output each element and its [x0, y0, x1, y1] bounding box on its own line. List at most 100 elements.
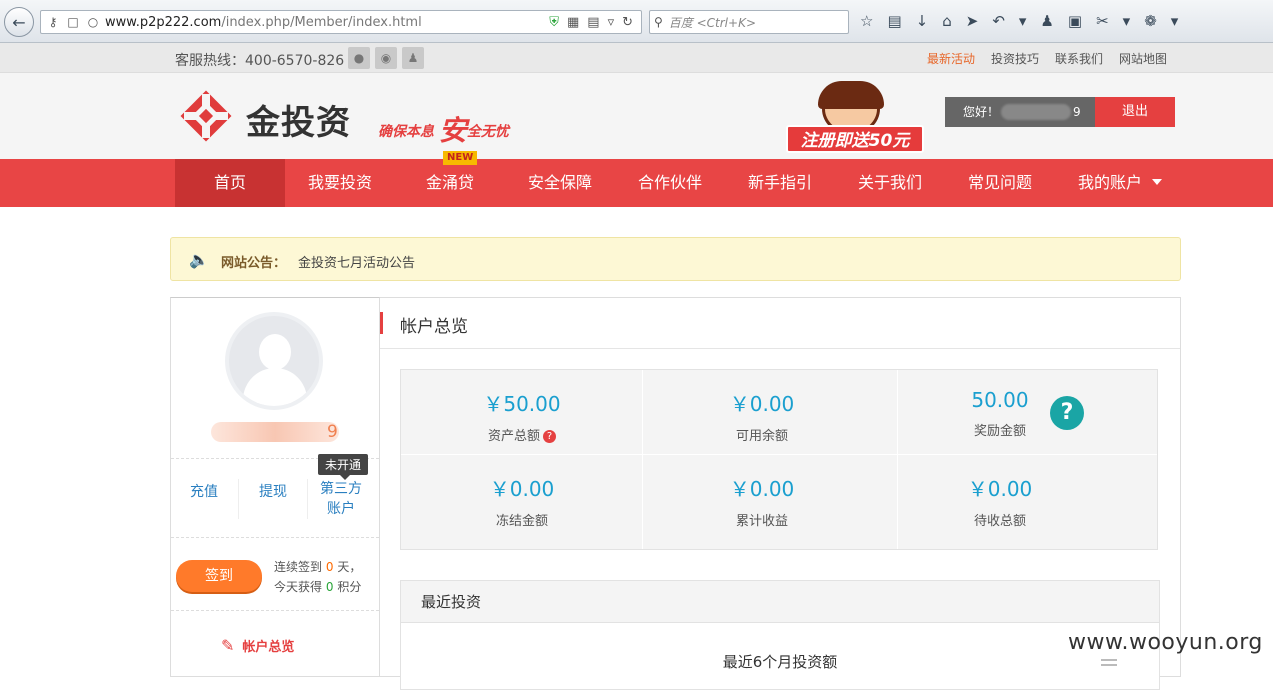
top-strip: 客服热线：400-6570-826 ● ◉ ♟ 最新活动 投资技巧 联系我们 网… [0, 43, 1273, 73]
streak-unit: 天， [337, 560, 362, 574]
masked-username [1001, 104, 1072, 120]
promo-text: 注册即送50元 [786, 125, 924, 153]
qr-icon[interactable]: ▦ [567, 15, 579, 30]
masked-username [211, 422, 339, 442]
download-icon[interactable]: ↓ [916, 12, 929, 30]
third-party-account-link[interactable]: 第三方 账户 [320, 479, 362, 519]
speaker-icon: 🔈 [189, 250, 209, 269]
stat-value: ￥50.00 [483, 392, 561, 416]
stat-label: 累计收益 [735, 514, 788, 529]
link-contact-us[interactable]: 联系我们 [1055, 50, 1103, 67]
user-icon[interactable]: ♟ [1040, 12, 1053, 30]
send-icon[interactable]: ➤ [966, 12, 979, 30]
weibo-icon[interactable]: ◉ [375, 47, 397, 69]
bug-icon[interactable]: ❁ [1144, 12, 1157, 30]
link-sitemap[interactable]: 网站地图 [1119, 50, 1167, 67]
folder-icon: □ [67, 15, 79, 29]
points-label: 今天获得 [274, 580, 323, 594]
points-value: 0 [325, 580, 334, 594]
stat-label: 待收总额 [973, 514, 1026, 529]
third-party-line1: 第三方 [320, 481, 362, 497]
reader-icon[interactable]: ▤ [587, 15, 599, 30]
clipboard-icon[interactable]: ▤ [887, 12, 901, 30]
stat-label: 冻结金额 [495, 514, 548, 529]
logo-text[interactable]: 金投资 [246, 95, 351, 144]
stat-value: 50.00 [971, 388, 1029, 412]
key-icon: ⚷ [48, 15, 58, 29]
chevron-down-icon[interactable]: ▾ [1019, 12, 1027, 30]
notice-message[interactable]: 金投资七月活动公告 [298, 252, 415, 271]
contact-icon[interactable]: ♟ [402, 47, 424, 69]
nav-beginner-guide[interactable]: 新手指引 [725, 159, 835, 207]
sidebar-item-account-overview[interactable]: ✎ 帐户总览 [221, 636, 294, 655]
dropdown-icon[interactable]: ▿ [608, 15, 615, 30]
stat-pending-total: ￥0.00 待收总额 [875, 473, 1125, 529]
nav-my-account[interactable]: 我的账户 [1055, 159, 1165, 207]
checkin-streak: 连续签到 0 天， 今天获得 0 积分 [274, 557, 361, 597]
sidebar-item-label: 帐户总览 [242, 640, 295, 655]
stat-value: ￥0.00 [729, 477, 795, 501]
notice-label: 网站公告： [221, 256, 287, 271]
nav-about-us[interactable]: 关于我们 [835, 159, 945, 207]
text-icon[interactable]: ▣ [1068, 12, 1082, 30]
nav-home[interactable]: 首页 [175, 159, 285, 207]
hotline: 客服热线：400-6570-826 [175, 53, 345, 69]
account-stats: ￥50.00 资产总额? ￥0.00 可用余额 50.00 奖励金额 ? ￥0.… [400, 369, 1158, 550]
section-title: 最近投资 [401, 581, 1159, 623]
chart-title: 最近6个月投资额 [722, 653, 838, 671]
stat-frozen-amount: ￥0.00 冻结金额 [397, 473, 647, 529]
shield-icon[interactable]: ⛨ [549, 15, 559, 30]
recharge-link[interactable]: 充值 [190, 481, 218, 501]
slogan: 确保本息 安全无忧 [378, 109, 509, 149]
chevron-down-icon[interactable]: ▾ [1171, 12, 1179, 30]
chevron-down-icon[interactable]: ▾ [1123, 12, 1131, 30]
avatar[interactable] [225, 312, 323, 410]
logout-button[interactable]: 退出 [1095, 97, 1175, 127]
username-tail: 9 [327, 422, 338, 442]
help-icon[interactable]: ? [1050, 396, 1084, 430]
checkin-button[interactable]: 签到 [176, 560, 262, 592]
new-badge: NEW [443, 151, 478, 165]
stat-label: 资产总额 [487, 429, 540, 444]
link-investment-tips[interactable]: 投资技巧 [991, 50, 1039, 67]
document-edit-icon: ✎ [221, 636, 235, 655]
star-icon[interactable]: ☆ [860, 12, 873, 30]
streak-label: 连续签到 [274, 560, 323, 574]
stat-label: 可用余额 [735, 429, 788, 444]
link-latest-activity[interactable]: 最新活动 [927, 50, 975, 67]
nav-invest[interactable]: 我要投资 [285, 159, 395, 207]
help-icon[interactable]: ? [543, 430, 556, 443]
user-greeting: 您好！ 9 [945, 97, 1095, 127]
main-nav: 首页 我要投资 金涌贷 NEW 安全保障 合作伙伴 新手指引 关于我们 常见问题 … [0, 151, 1273, 207]
stat-label: 奖励金额 [973, 424, 1026, 439]
undo-icon[interactable]: ↶ [992, 12, 1005, 30]
slogan-left: 确保本息 [378, 124, 434, 140]
withdraw-link[interactable]: 提现 [259, 481, 287, 501]
stat-value: ￥0.00 [489, 477, 555, 501]
stat-reward-amount: 50.00 奖励金额 [875, 388, 1125, 439]
nav-partners[interactable]: 合作伙伴 [615, 159, 725, 207]
crop-icon[interactable]: ✂ [1096, 12, 1109, 30]
globe-icon: ○ [87, 15, 99, 29]
stat-value: ￥0.00 [967, 477, 1033, 501]
nav-faq[interactable]: 常见问题 [945, 159, 1055, 207]
streak-days: 0 [325, 560, 334, 574]
back-button[interactable]: ← [4, 7, 34, 37]
points-unit: 积分 [337, 580, 362, 594]
wechat-icon[interactable]: ● [348, 47, 370, 69]
reload-icon[interactable]: ↻ [622, 15, 633, 30]
chevron-down-icon[interactable] [1152, 179, 1162, 185]
tooltip-not-opened: 未开通 [318, 454, 369, 480]
nav-jinyongdai[interactable]: 金涌贷 NEW [395, 151, 505, 207]
address-bar[interactable]: ⚷ □ ○ www.p2p222.com/index.php/Member/in… [40, 10, 642, 34]
slogan-big: 安 [438, 114, 467, 147]
account-sidebar: 9 充值 提现 第三方 账户 未开通 签到 连续签到 0 天， 今天获得 0 积分… [170, 297, 380, 677]
nav-security[interactable]: 安全保障 [505, 159, 615, 207]
register-promo-banner[interactable]: 注册即送50元 [784, 81, 926, 155]
menu-icon[interactable] [1101, 659, 1117, 669]
url-host: www.p2p222.com [105, 14, 222, 30]
arrow-left-icon: ← [12, 12, 26, 32]
search-input[interactable]: ⚲ 百度 <Ctrl+K> [649, 10, 849, 34]
logo-icon[interactable] [180, 90, 232, 142]
home-icon[interactable]: ⌂ [942, 12, 952, 30]
